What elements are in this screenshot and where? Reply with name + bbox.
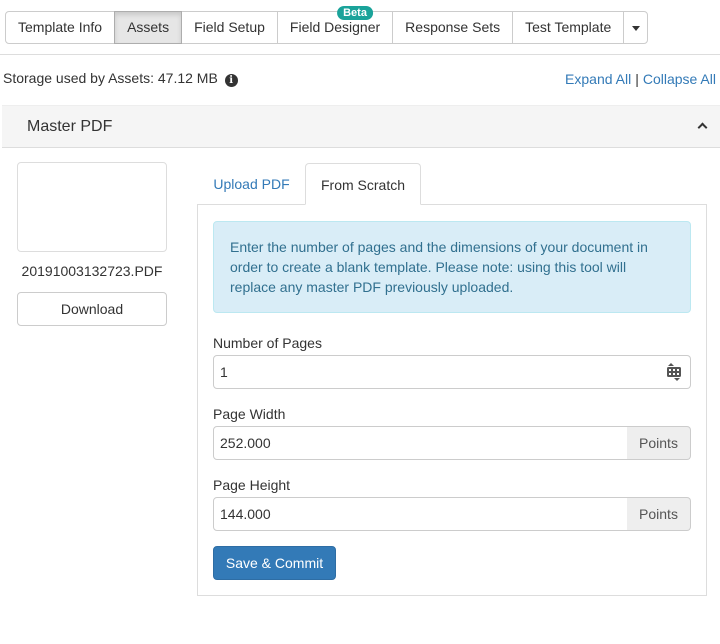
beta-badge: Beta [337, 6, 373, 20]
save-commit-button[interactable]: Save & Commit [213, 546, 336, 580]
chevron-up-icon[interactable] [697, 122, 708, 133]
height-unit-addon: Points [627, 497, 691, 531]
tab-assets[interactable]: Assets [114, 11, 183, 44]
info-circle-icon[interactable]: i [224, 74, 238, 87]
pages-label: Number of Pages [213, 335, 322, 351]
tab-label: Response Sets [405, 19, 501, 35]
top-tab-bar: Template Info Assets Field Setup Field D… [0, 0, 720, 55]
info-alert: Enter the number of pages and the dimens… [213, 221, 691, 313]
pdf-filename: 20191003132723.PDF [21, 263, 163, 279]
storage-usage: Storage used by Assets: 47.12 MB i [3, 70, 238, 87]
height-input[interactable]: 144.000 [213, 497, 628, 531]
height-label: Page Height [213, 477, 291, 493]
storage-label: Storage used by Assets: 47.12 MB [3, 70, 218, 86]
tab-field-setup[interactable]: Field Setup [181, 11, 278, 44]
tab-label: Assets [127, 19, 170, 35]
template-tabs: Template Info Assets Field Setup Field D… [5, 6, 649, 44]
tab-label: Field Designer [289, 19, 381, 35]
caret-down-icon [632, 26, 641, 31]
expand-collapse-links: Expand All | Collapse All [565, 71, 716, 87]
pages-input[interactable]: 1 [213, 355, 659, 389]
collapse-all-link[interactable]: Collapse All [643, 71, 716, 87]
tab-from-scratch[interactable]: From Scratch [305, 163, 421, 205]
width-label: Page Width [213, 406, 286, 422]
tab-label: Field Setup [194, 19, 265, 35]
tab-label: Test Template [525, 19, 612, 35]
tab-test-template[interactable]: Test Template [512, 11, 625, 44]
master-pdf-panel-header[interactable]: Master PDF [2, 105, 720, 148]
pages-stepper[interactable] [658, 355, 691, 389]
width-input[interactable]: 252.000 [213, 426, 628, 460]
expand-all-link[interactable]: Expand All [565, 71, 631, 87]
tab-upload-pdf[interactable]: Upload PDF [198, 163, 305, 205]
width-unit-addon: Points [627, 426, 691, 460]
pdf-thumbnail [17, 162, 167, 252]
link-separator: | [635, 71, 639, 87]
download-button[interactable]: Download [17, 292, 167, 326]
tab-field-designer[interactable]: Field Designer Beta [276, 6, 394, 44]
tabs-dropdown-button[interactable] [623, 11, 649, 44]
tab-template-info[interactable]: Template Info [5, 11, 116, 44]
panel-title: Master PDF [27, 118, 113, 135]
tab-label: Template Info [18, 19, 103, 35]
tab-response-sets[interactable]: Response Sets [392, 11, 514, 44]
calculator-spinner-icon [667, 363, 681, 381]
